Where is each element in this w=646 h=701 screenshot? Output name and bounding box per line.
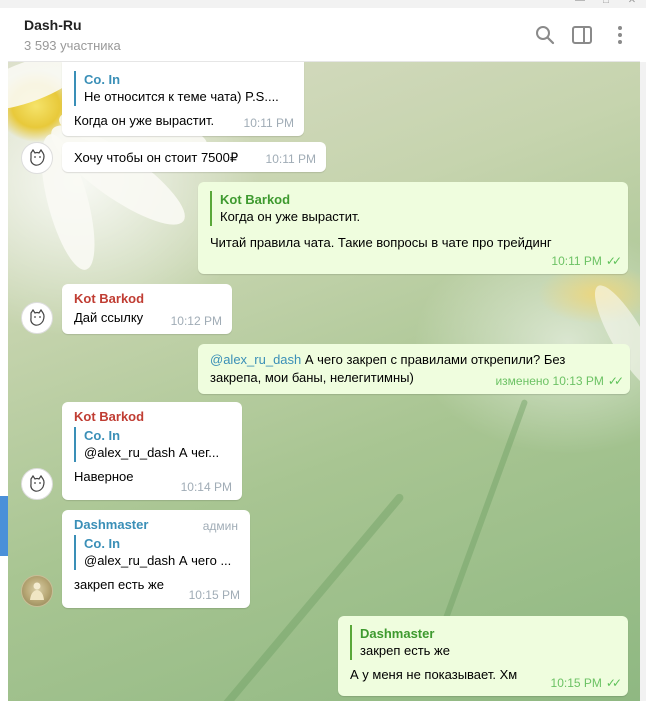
- read-checks-icon: ✓✓: [605, 676, 622, 690]
- reply-author: Dashmaster: [360, 626, 435, 641]
- reply-text: закреп есть же: [360, 643, 450, 658]
- reply-text: Не относится к теме чата) P.S....: [84, 89, 279, 104]
- read-checks-icon: ✓✓: [605, 254, 622, 268]
- reply-quote[interactable]: Dashmaster закреп есть же: [350, 625, 616, 660]
- message-time: 10:11 PM: [243, 116, 294, 130]
- left-accent-bar: [0, 496, 8, 556]
- scrollbar-track[interactable]: [640, 62, 646, 701]
- user-avatar[interactable]: [21, 142, 53, 174]
- reply-quote[interactable]: Co. In Не относится к теме чата) P.S....: [74, 71, 292, 106]
- message-bubble[interactable]: Co. In Не относится к теме чата) P.S....…: [62, 62, 304, 136]
- member-count[interactable]: 3 593 участника: [24, 38, 121, 53]
- chat-history[interactable]: Co. In Не относится к теме чата) P.S....…: [8, 62, 640, 701]
- reply-text: @alex_ru_dash А чего ...: [84, 553, 232, 568]
- message-time: изменено 10:13 PM: [495, 374, 604, 388]
- reply-quote[interactable]: Co. In @alex_ru_dash А чег...: [74, 427, 230, 462]
- mention-link[interactable]: @alex_ru_dash: [210, 352, 301, 367]
- message-bubble[interactable]: Dashmaster админ Co. In @alex_ru_dash А …: [62, 510, 250, 608]
- message-time: 10:11 PM: [265, 152, 316, 166]
- user-avatar-photo[interactable]: [21, 575, 53, 607]
- sender-name[interactable]: Kot Barkod: [74, 291, 220, 306]
- message-time: 10:14 PM: [180, 480, 232, 494]
- avatar-cat-icon: [30, 148, 45, 166]
- message-time: 10:15 PM: [550, 676, 602, 690]
- reply-quote[interactable]: Kot Barkod Когда он уже вырастит.: [210, 191, 616, 226]
- message-bubble[interactable]: @alex_ru_dash А чего закреп с правилами …: [198, 344, 630, 394]
- close-icon[interactable]: ✕: [626, 0, 638, 6]
- message-bubble[interactable]: Kot Barkod Co. In @alex_ru_dash А чег...…: [62, 402, 242, 500]
- message-bubble[interactable]: Dashmaster закреп есть же А у меня не по…: [338, 616, 628, 696]
- search-icon[interactable]: [534, 24, 556, 46]
- chat-header: Dash-Ru 3 593 участника: [8, 8, 640, 62]
- more-vertical-icon[interactable]: [609, 24, 631, 46]
- window-top-strip: — □ ✕: [0, 0, 646, 8]
- reply-text: @alex_ru_dash А чег...: [84, 445, 220, 460]
- message-text-line: @alex_ru_dash А чего закреп с правилами …: [210, 351, 618, 369]
- message-time-wrap: 10:15 PM ✓✓: [550, 676, 623, 690]
- message-time: 10:11 PM: [551, 254, 602, 268]
- reply-quote[interactable]: Co. In @alex_ru_dash А чего ...: [74, 535, 238, 570]
- read-checks-icon: ✓✓: [607, 374, 624, 388]
- sender-name[interactable]: Kot Barkod: [74, 409, 230, 424]
- minimize-icon[interactable]: —: [574, 0, 586, 6]
- maximize-icon[interactable]: □: [600, 0, 612, 6]
- reply-author: Co. In: [84, 72, 121, 87]
- message-bubble[interactable]: Хочу чтобы он стоит 7500₽ 10:11 PM: [62, 142, 326, 172]
- reply-author: Kot Barkod: [220, 192, 291, 207]
- message-text: Читай правила чата. Такие вопросы в чате…: [210, 235, 552, 250]
- message-bubble[interactable]: Kot Barkod Когда он уже вырастит. Читай …: [198, 182, 628, 274]
- message-text: А чего закреп с правилами открепили? Без: [301, 352, 566, 367]
- sidebar-toggle-icon[interactable]: [571, 24, 593, 46]
- chat-title[interactable]: Dash-Ru: [24, 17, 82, 33]
- message-time-wrap: 10:11 PM ✓✓: [551, 254, 622, 268]
- reply-author: Co. In: [84, 428, 121, 443]
- admin-badge: админ: [202, 519, 238, 533]
- avatar-figure-icon: [30, 582, 44, 600]
- user-avatar[interactable]: [21, 468, 53, 500]
- message-bubble[interactable]: Kot Barkod Дай ссылку 10:12 PM: [62, 284, 232, 334]
- message-time-wrap: изменено 10:13 PM ✓✓: [495, 374, 624, 388]
- wallpaper-stem: [433, 398, 529, 646]
- reply-author: Co. In: [84, 536, 121, 551]
- reply-text: Когда он уже вырастит.: [220, 209, 361, 224]
- avatar-cat-icon: [30, 474, 45, 492]
- avatar-cat-icon: [30, 308, 45, 326]
- message-time: 10:12 PM: [170, 314, 222, 328]
- user-avatar[interactable]: [21, 302, 53, 334]
- message-time: 10:15 PM: [188, 588, 240, 602]
